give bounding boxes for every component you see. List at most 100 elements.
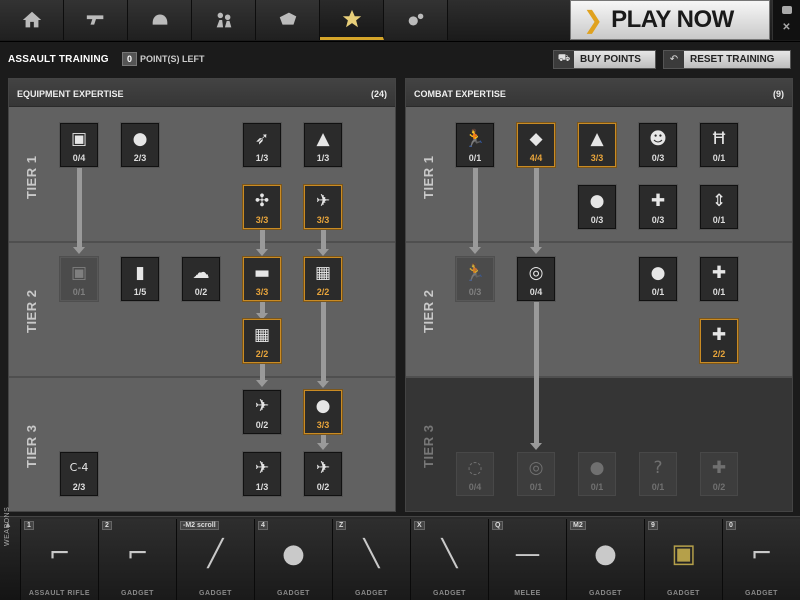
skill-grenade-3[interactable]: ● 0/1 [578, 452, 616, 496]
tier-label: TIER 1 [24, 155, 39, 199]
skill-spray[interactable]: ▮ 1/5 [121, 257, 159, 301]
tag-icon: ◆ [529, 129, 543, 149]
skill-medic-run-2[interactable]: ✚ 2/2 [700, 319, 738, 363]
jet-icon: ✈ [315, 191, 331, 211]
weapon-slot-knife[interactable]: Q — MELEE [488, 519, 566, 600]
slot-category: ASSAULT RIFLE [28, 590, 91, 597]
close-icon[interactable]: ✕ [773, 22, 800, 33]
pistol-icon [86, 15, 103, 25]
target-icon: ◎ [528, 263, 544, 283]
skill-count: 0/1 [590, 482, 604, 492]
skill-count: 0/1 [651, 287, 665, 297]
skill-helicopter[interactable]: ✣ 3/3 [243, 185, 281, 229]
skill-jet-2[interactable]: ✈ 1/3 [243, 452, 281, 496]
combat-expertise-panel: COMBAT EXPERTISE (9) TIER 1 TIER 2 TIER … [405, 78, 793, 512]
weapon-slot-grenade-2[interactable]: M2 ● GADGET [566, 519, 644, 600]
medic-icon: ✚ [711, 325, 727, 345]
skill-supply-crate-2[interactable]: ▣ 0/1 [60, 257, 98, 301]
skill-missile[interactable]: ➶ 1/3 [243, 123, 281, 167]
weapon-slot-pistol[interactable]: 2 ⌐ GADGET [98, 519, 176, 600]
panel-count: (9) [773, 89, 784, 99]
weapon-slot-shotgun[interactable]: -M2 scroll ╱ GADGET [176, 519, 254, 600]
slot-key: Q [492, 521, 504, 530]
skill-grenade[interactable]: ● 2/3 [121, 123, 159, 167]
tier-label: TIER 2 [24, 289, 39, 333]
smoke-icon: ☁ [192, 263, 210, 283]
panel-header: EQUIPMENT EXPERTISE (24) [9, 79, 395, 107]
rifle-icon: ⌐ [750, 539, 773, 569]
tab-home[interactable] [0, 0, 64, 40]
skill-armor-grid-2[interactable]: ▦ 2/2 [243, 319, 281, 363]
skill-sprint-2[interactable]: 🏃 0/3 [456, 257, 494, 301]
bomb-icon: ● [315, 396, 331, 416]
grid-icon: ▦ [253, 325, 271, 345]
slot-key: 2 [102, 521, 112, 530]
skill-airfield[interactable]: ✈ 0/2 [243, 390, 281, 434]
skill-range[interactable]: ⇕ 0/1 [700, 185, 738, 229]
weapon-slot-flare[interactable]: X ╲ GADGET [410, 519, 488, 600]
slot-category: GADGET [589, 590, 622, 597]
skill-squad[interactable]: ▲ 3/3 [578, 123, 616, 167]
weapon-slot-assault-rifle[interactable]: 1 ⌐ ASSAULT RIFLE [20, 519, 98, 600]
skill-tank-front[interactable]: ▲ 1/3 [304, 123, 342, 167]
skill-count: 1/5 [133, 287, 147, 297]
skill-health[interactable]: ✚ 0/3 [639, 185, 677, 229]
skill-grenade-signal[interactable]: ● 0/3 [578, 185, 616, 229]
skill-health-2[interactable]: ✚ 0/2 [700, 452, 738, 496]
tab-settings[interactable] [384, 0, 448, 40]
skill-tag[interactable]: ◆ 4/4 [517, 123, 555, 167]
skill-ladder[interactable]: Ħ 0/1 [700, 123, 738, 167]
tab-vehicles[interactable] [256, 0, 320, 40]
play-now-button[interactable]: ❯ PLAY NOW [570, 0, 770, 40]
buy-points-button[interactable]: ⛟ BUY POINTS [553, 50, 656, 69]
home-icon [22, 11, 41, 28]
skill-c4[interactable]: C-4 2/3 [60, 452, 98, 496]
weapon-slot-ammo-box[interactable]: 9 ▣ GADGET [644, 519, 722, 600]
weapon-slot-syringe[interactable]: Z ╲ GADGET [332, 519, 410, 600]
skill-jet[interactable]: ✈ 3/3 [304, 185, 342, 229]
health-icon: ✚ [711, 458, 727, 478]
skill-smoke-timer[interactable]: ☁ 0/2 [182, 257, 220, 301]
skill-jet-3[interactable]: ✈ 0/2 [304, 452, 342, 496]
skill-count: 2/2 [316, 287, 330, 297]
skill-sprint[interactable]: 🏃 0/1 [456, 123, 494, 167]
skill-target-tag[interactable]: ◎ 0/4 [517, 257, 555, 301]
tree-arrow [73, 168, 85, 254]
skill-count: 3/3 [316, 420, 330, 430]
target-icon: ◎ [528, 458, 544, 478]
reset-training-button[interactable]: ↶ RESET TRAINING [663, 50, 791, 69]
skill-count: 3/3 [316, 215, 330, 225]
tree-arrow [317, 434, 329, 450]
chevron-right-icon: ❯ [583, 6, 604, 34]
weapon-slot-rifle[interactable]: 0 ⌐ GADGET [722, 519, 800, 600]
profile-icon: ☻ [649, 129, 667, 149]
tab-gear[interactable] [128, 0, 192, 40]
tree-arrow [317, 302, 329, 388]
tree-arrow [317, 230, 329, 256]
panel-title: COMBAT EXPERTISE [414, 89, 506, 99]
slot-key: 4 [258, 521, 268, 530]
tab-training[interactable] [320, 0, 384, 40]
skill-profile[interactable]: ☻ 0/3 [639, 123, 677, 167]
skill-armor-grid[interactable]: ▦ 2/2 [304, 257, 342, 301]
weapon-slot-grenade[interactable]: 4 ● GADGET [254, 519, 332, 600]
skill-target-signal[interactable]: ◎ 0/1 [517, 452, 555, 496]
skill-bomb[interactable]: ● 3/3 [304, 390, 342, 434]
skill-tank[interactable]: ▬ 3/3 [243, 257, 281, 301]
skill-count: 1/3 [255, 482, 269, 492]
slot-key: 1 [24, 521, 34, 530]
tab-weapons[interactable] [64, 0, 128, 40]
skill-medic-run[interactable]: ✚ 0/1 [700, 257, 738, 301]
skill-supply-crate[interactable]: ▣ 0/4 [60, 123, 98, 167]
tab-soldiers[interactable] [192, 0, 256, 40]
skill-signal[interactable]: ◌ 0/4 [456, 452, 494, 496]
skill-grenade-signal-2[interactable]: ● 0/1 [639, 257, 677, 301]
tree-arrow [530, 168, 542, 254]
tree-arrow [469, 168, 481, 254]
medic-icon: ✚ [711, 263, 727, 283]
skill-mystery[interactable]: ? 0/1 [639, 452, 677, 496]
panel-header: COMBAT EXPERTISE (9) [406, 79, 792, 107]
skill-count: 0/1 [712, 215, 726, 225]
gears-icon [408, 13, 423, 26]
friends-icon[interactable] [781, 6, 792, 14]
